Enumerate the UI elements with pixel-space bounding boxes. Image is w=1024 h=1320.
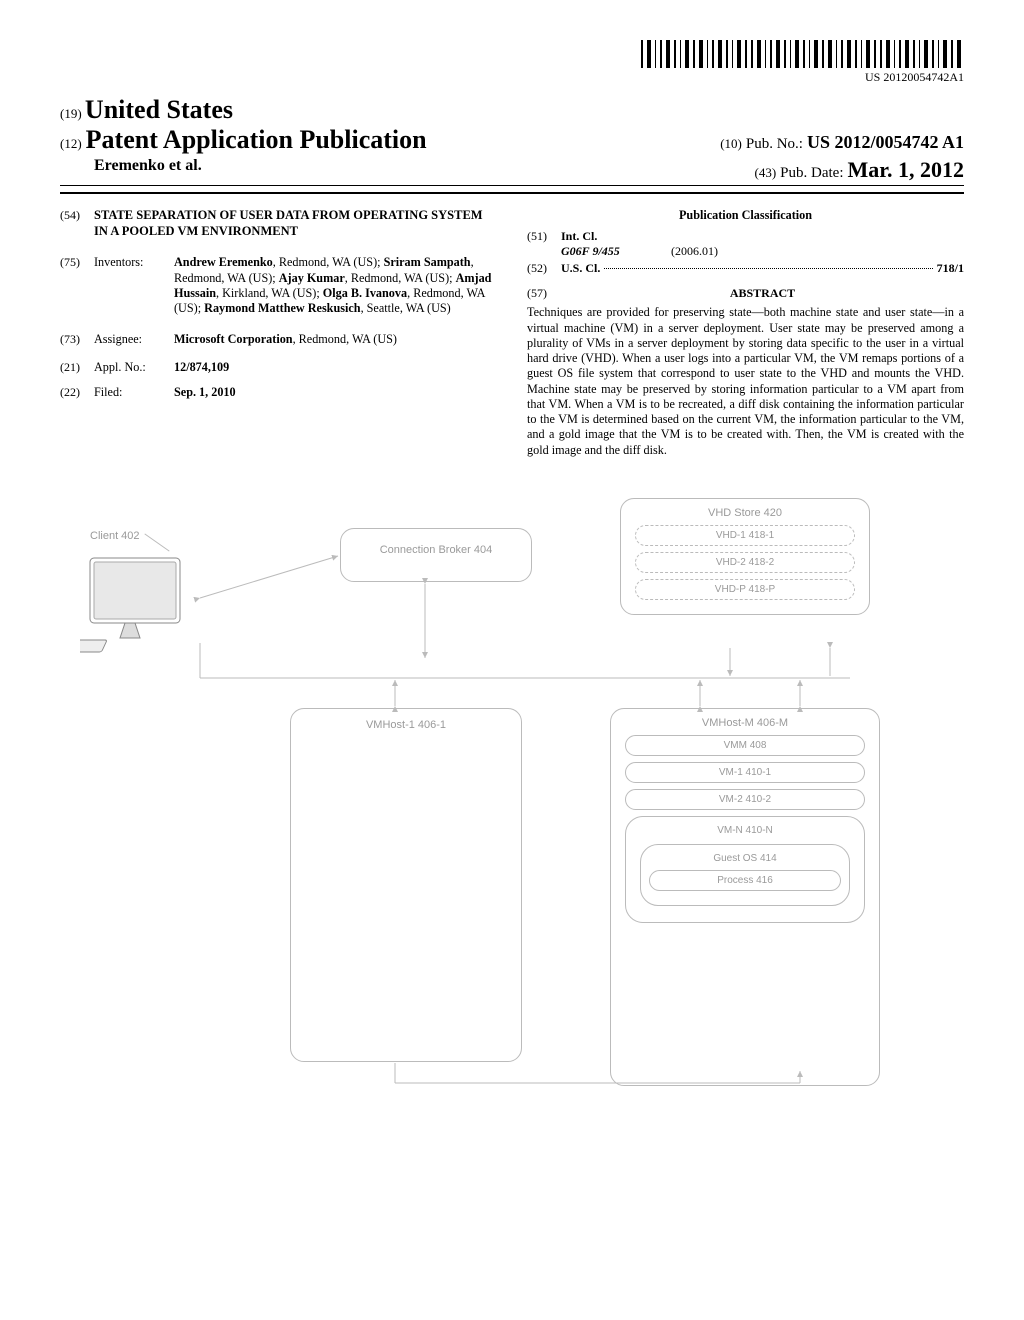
publication-type: Patent Application Publication (86, 125, 427, 154)
client-monitor-icon (80, 548, 200, 658)
code-21: (21) (60, 360, 94, 375)
code-43: (43) (754, 165, 776, 180)
invention-title: STATE SEPARATION OF USER DATA FROM OPERA… (94, 208, 497, 239)
code-12: (12) (60, 136, 82, 151)
vm-n-label: VM-N 410-N (634, 825, 856, 836)
document-number: US 20120054742A1 (641, 70, 964, 85)
vhd-store-label: VHD Store 420 (635, 507, 855, 519)
uscl-label: U.S. Cl. (561, 261, 600, 275)
connection-broker-label: Connection Broker 404 (380, 544, 493, 556)
vm-1-box: VM-1 410-1 (625, 762, 865, 783)
vmhost-1-label: VMHost-1 406-1 (301, 719, 511, 731)
code-19: (19) (60, 106, 82, 121)
code-75: (75) (60, 255, 94, 270)
code-22: (22) (60, 385, 94, 400)
country-name: United States (85, 95, 233, 124)
publication-number: US 2012/0054742 A1 (807, 132, 964, 152)
process-box: Process 416 (649, 870, 841, 891)
client-label: Client 402 (90, 530, 140, 542)
inventors-label: Inventors: (94, 255, 174, 270)
vhd-1-box: VHD-1 418-1 (635, 525, 855, 546)
filed-label: Filed: (94, 385, 174, 400)
assignee-value: Microsoft Corporation, Redmond, WA (US) (174, 332, 497, 347)
uscl-value: 718/1 (937, 261, 964, 275)
header-barcode-area: US 20120054742A1 (60, 40, 964, 85)
guest-os-box: Guest OS 414 Process 416 (640, 844, 850, 906)
pub-date-label: Pub. Date: (780, 165, 843, 181)
code-10: (10) (720, 136, 742, 151)
appl-no-label: Appl. No.: (94, 360, 174, 375)
inventors-value: Andrew Eremenko, Redmond, WA (US); Srira… (174, 255, 497, 316)
code-73: (73) (60, 332, 94, 347)
assignee-label: Assignee: (94, 332, 174, 347)
author-etal: Eremenko et al. (94, 157, 202, 183)
code-51: (51) (527, 229, 561, 244)
figure-diagram: Client 402 Connection Broker 404 VHD Sto… (60, 488, 964, 1128)
vm-2-box: VM-2 410-2 (625, 789, 865, 810)
intcl-label: Int. Cl. (561, 229, 597, 243)
code-52: (52) (527, 261, 561, 276)
appl-no-value: 12/874,109 (174, 360, 229, 374)
vmhost-m-box: VMHost-M 406-M VMM 408 VM-1 410-1 VM-2 4… (610, 708, 880, 1086)
pub-no-label: Pub. No.: (746, 136, 803, 152)
publication-date: Mar. 1, 2012 (847, 157, 964, 182)
vhd-2-box: VHD-2 418-2 (635, 552, 855, 573)
connection-broker-box: Connection Broker 404 (340, 528, 532, 582)
vmhost-m-label: VMHost-M 406-M (625, 717, 865, 729)
code-54: (54) (60, 208, 94, 223)
vmhost-1-box: VMHost-1 406-1 (290, 708, 522, 1062)
intcl-year: (2006.01) (671, 244, 718, 259)
vmm-box: VMM 408 (625, 735, 865, 756)
pub-class-header: Publication Classification (527, 208, 964, 223)
guest-os-label: Guest OS 414 (649, 853, 841, 864)
abstract-header: ABSTRACT (561, 286, 964, 301)
vhd-store-box: VHD Store 420 VHD-1 418-1 VHD-2 418-2 VH… (620, 498, 870, 615)
code-57: (57) (527, 286, 561, 301)
vm-n-box: VM-N 410-N Guest OS 414 Process 416 (625, 816, 865, 923)
intcl-code: G06F 9/455 (561, 244, 620, 258)
filed-value: Sep. 1, 2010 (174, 385, 236, 399)
vhd-p-box: VHD-P 418-P (635, 579, 855, 600)
barcode (641, 40, 964, 68)
abstract-text: Techniques are provided for preserving s… (527, 305, 964, 458)
